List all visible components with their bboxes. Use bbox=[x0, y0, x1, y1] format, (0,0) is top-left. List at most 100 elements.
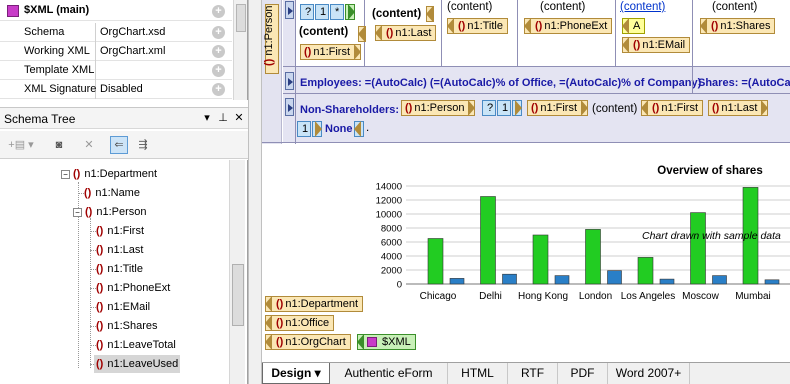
property-value[interactable]: Disabled bbox=[98, 80, 208, 99]
close-tag-triangle[interactable] bbox=[426, 6, 434, 22]
condition-q-tag[interactable]: ? bbox=[482, 100, 496, 116]
tag-n1-shares[interactable]: () n1:Shares bbox=[700, 18, 776, 34]
tag-n1-phoneext[interactable]: () n1:PhoneExt bbox=[524, 18, 613, 34]
property-add-button[interactable]: + bbox=[212, 83, 225, 96]
anchor-tag[interactable]: A bbox=[622, 18, 646, 34]
condition-one-tag[interactable]: 1 bbox=[297, 121, 311, 137]
condition-q-tag[interactable]: ? bbox=[300, 4, 314, 20]
tree-node-last[interactable]: () n1:Last bbox=[96, 241, 143, 259]
tree-node-shares[interactable]: () n1:Shares bbox=[96, 317, 157, 335]
email-content-link[interactable]: (content) bbox=[620, 1, 665, 13]
delete-icon[interactable]: ✕ bbox=[80, 136, 98, 154]
tag-n1-first[interactable]: () n1:First bbox=[527, 100, 589, 116]
add-element-icon[interactable]: +▤ ▾ bbox=[6, 136, 36, 154]
tag-n1-first-close[interactable]: () n1:First bbox=[641, 100, 704, 116]
tab-html[interactable]: HTML bbox=[448, 363, 508, 384]
element-icon: () bbox=[96, 282, 104, 294]
property-row-working-xml[interactable]: Working XML OrgChart.xml + bbox=[0, 42, 232, 61]
tree-node-title[interactable]: () n1:Title bbox=[96, 260, 143, 278]
bar bbox=[585, 229, 601, 285]
property-row-template-xml[interactable]: Template XML + bbox=[0, 61, 232, 80]
pane-splitter[interactable] bbox=[248, 0, 262, 384]
bar bbox=[532, 234, 549, 285]
tab-word[interactable]: Word 2007+ bbox=[608, 363, 690, 384]
sort-icon[interactable]: ⇶ bbox=[134, 136, 152, 154]
tag-n1-office-close[interactable]: () n1:Office bbox=[265, 315, 335, 331]
condition-end-tag[interactable] bbox=[312, 121, 322, 137]
element-icon: () bbox=[96, 263, 104, 275]
close-tag-triangle[interactable] bbox=[358, 26, 366, 42]
scrollbar-thumb[interactable] bbox=[236, 4, 246, 32]
tag-n1-last[interactable]: () n1:Last bbox=[375, 25, 437, 41]
tree-node-person[interactable]: −() n1:Person bbox=[73, 203, 146, 221]
property-value[interactable]: OrgChart.xml bbox=[98, 42, 208, 61]
none-text: None bbox=[325, 123, 353, 135]
tag-n1-last[interactable]: () n1:Last bbox=[708, 100, 769, 116]
collapse-icon[interactable]: ⇐ bbox=[110, 136, 128, 154]
shares-autocalc[interactable]: Shares: =(AutoCalc bbox=[698, 77, 790, 89]
condition-one-tag[interactable]: 1 bbox=[497, 100, 511, 116]
schema-source-icon[interactable]: ◙ bbox=[50, 136, 68, 154]
collapse-toggle-icon[interactable]: − bbox=[61, 170, 70, 179]
view-tabs: Design ▾ Authentic eForm HTML RTF PDF Wo… bbox=[262, 362, 790, 384]
condition-one-tag[interactable]: 1 bbox=[315, 4, 329, 20]
tree-node-name[interactable]: () n1:Name bbox=[84, 184, 140, 202]
properties-scrollbar[interactable] bbox=[233, 0, 247, 100]
tab-rtf[interactable]: RTF bbox=[508, 363, 558, 384]
content-placeholder: (content) bbox=[447, 1, 493, 13]
x-tick-label: Chicago bbox=[420, 291, 457, 302]
close-icon[interactable]: ✕ bbox=[232, 111, 246, 124]
property-value[interactable]: OrgChart.xsd bbox=[98, 23, 208, 42]
tab-authentic-eform[interactable]: Authentic eForm bbox=[330, 363, 448, 384]
pin-icon[interactable]: ⊥ bbox=[216, 111, 230, 124]
tag-n1-first[interactable]: () n1:First bbox=[300, 44, 362, 60]
element-icon: () bbox=[276, 298, 284, 310]
x-tick-label: Moscow bbox=[682, 291, 719, 302]
tree-node-department[interactable]: −() n1:Department bbox=[61, 165, 157, 183]
y-tick-label: 0 bbox=[397, 280, 402, 291]
tree-node-leavetotal[interactable]: () n1:LeaveTotal bbox=[96, 336, 176, 354]
content-placeholder: (content) bbox=[299, 26, 349, 38]
properties-panel: $XML (main) + Schema OrgChart.xsd + Work… bbox=[0, 0, 248, 100]
row-arrow-icon[interactable] bbox=[285, 1, 294, 19]
green-condition-tag[interactable] bbox=[345, 4, 355, 20]
tag-n1-email[interactable]: () n1:EMail bbox=[622, 37, 691, 53]
tab-pdf[interactable]: PDF bbox=[558, 363, 608, 384]
property-add-button[interactable]: + bbox=[212, 26, 225, 39]
tree-node-label: n1:Department bbox=[84, 168, 158, 180]
row-arrow-icon[interactable] bbox=[285, 98, 294, 116]
schema-tree: −() n1:Department () n1:Name −() n1:Person … bbox=[0, 160, 248, 384]
dropdown-arrow-icon[interactable]: ▾ bbox=[200, 111, 214, 124]
property-add-button[interactable]: + bbox=[212, 45, 225, 58]
collapse-toggle-icon[interactable]: − bbox=[73, 208, 82, 217]
row-arrow-icon[interactable] bbox=[285, 72, 294, 90]
content-placeholder: (content) bbox=[592, 103, 638, 115]
tree-node-phoneext[interactable]: () n1:PhoneExt bbox=[96, 279, 170, 297]
bar bbox=[502, 273, 517, 285]
header-add-button[interactable]: + bbox=[212, 5, 225, 18]
tag-xml-close[interactable]: $XML bbox=[357, 334, 416, 350]
property-row-xml-signature[interactable]: XML Signature Disabled + bbox=[0, 80, 232, 99]
properties-header-row[interactable]: $XML (main) + bbox=[0, 2, 232, 21]
tag-n1-orgchart-close[interactable]: () n1:OrgChart bbox=[265, 334, 351, 350]
property-row-schema[interactable]: Schema OrgChart.xsd + bbox=[0, 23, 232, 42]
property-value[interactable] bbox=[98, 61, 208, 80]
tag-n1-person[interactable]: () n1:Person bbox=[401, 100, 476, 116]
element-icon: () bbox=[276, 317, 284, 329]
condition-end-tag[interactable] bbox=[512, 100, 522, 116]
tag-n1-title[interactable]: () n1:Title bbox=[447, 18, 508, 34]
condition-star-tag[interactable]: * bbox=[330, 4, 344, 20]
scrollbar-thumb[interactable] bbox=[232, 264, 244, 326]
employees-autocalc[interactable]: Employees: =(AutoCalc) (=(AutoCalc)% of … bbox=[300, 77, 701, 89]
element-icon: () bbox=[96, 339, 104, 351]
xml-source-icon bbox=[367, 337, 377, 347]
condition-close-tag[interactable] bbox=[354, 121, 364, 137]
chart-y-ticks: 0 2000 4000 6000 8000 10000 12000 14000 bbox=[376, 182, 402, 291]
tree-node-leaveused[interactable]: () n1:LeaveUsed bbox=[94, 355, 181, 373]
property-add-button[interactable]: + bbox=[212, 64, 225, 77]
tree-node-first[interactable]: () n1:First bbox=[96, 222, 144, 240]
tree-scrollbar[interactable] bbox=[229, 160, 245, 384]
tag-n1-department-close[interactable]: () n1:Department bbox=[265, 296, 364, 312]
tree-node-email[interactable]: () n1:EMail bbox=[96, 298, 150, 316]
tab-design[interactable]: Design ▾ bbox=[262, 363, 330, 384]
